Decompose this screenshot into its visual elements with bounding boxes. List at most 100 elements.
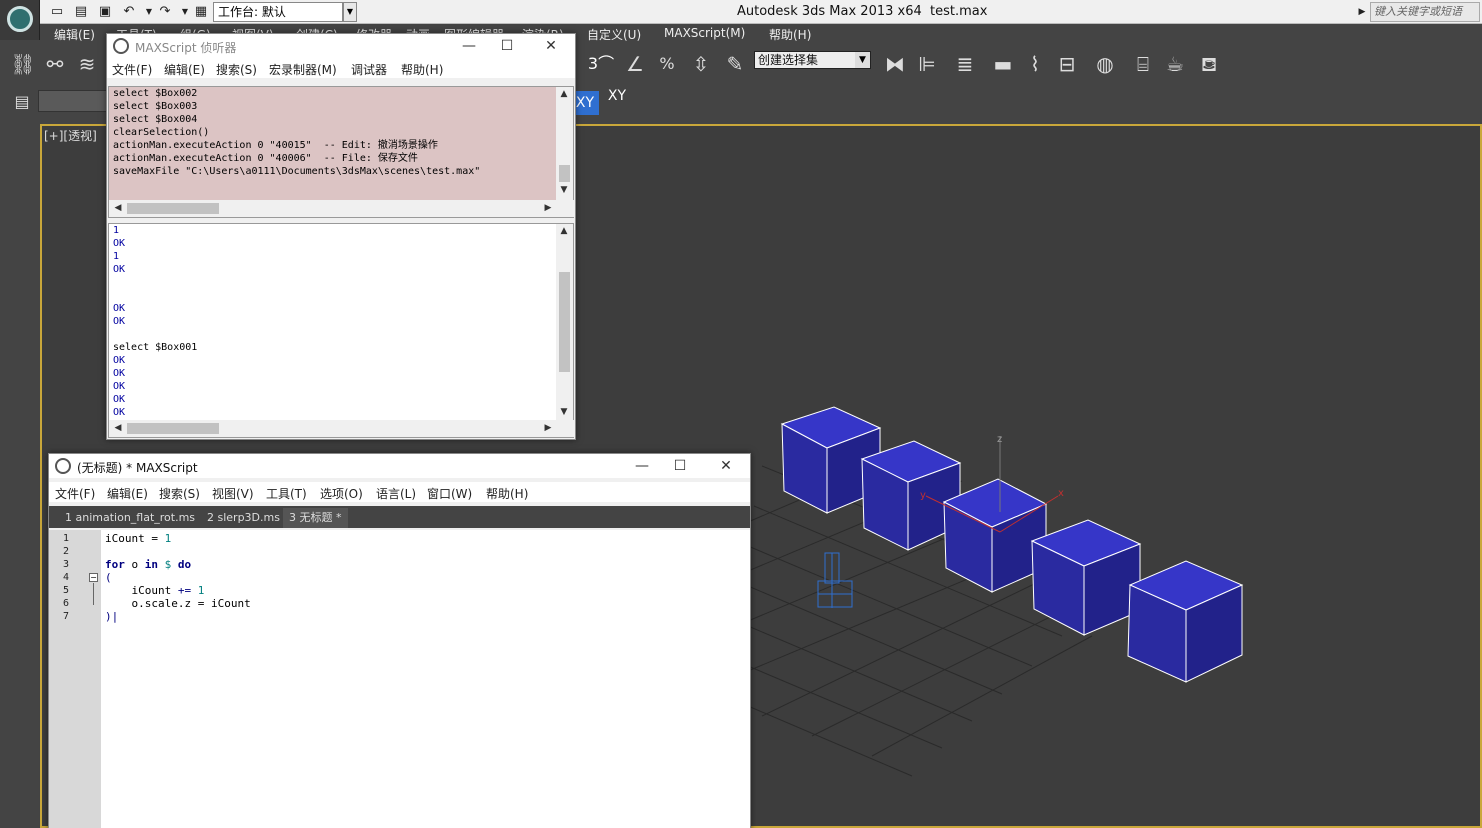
code-line-3[interactable]: for o in $ do (105, 558, 191, 571)
editor-menu-window[interactable]: 窗口(W) (427, 485, 472, 502)
tab-untitled[interactable]: 3 无标题 * (283, 508, 348, 528)
listener-menu-file[interactable]: 文件(F) (112, 61, 152, 78)
scroll-up-icon[interactable]: ▲ (557, 226, 571, 236)
close-icon[interactable]: ✕ (539, 36, 563, 56)
menu-help[interactable]: 帮助(H) (769, 26, 811, 43)
curve-editor-icon[interactable]: ⌇ (1020, 50, 1050, 78)
editor-menu-view[interactable]: 视图(V) (212, 485, 254, 502)
scrollbar-thumb[interactable] (559, 165, 570, 182)
listener-title-bar[interactable]: MAXScript 侦听器 — ☐ ✕ (107, 34, 575, 58)
scroll-down-icon[interactable]: ▼ (557, 185, 571, 195)
bind-to-space-warp-icon[interactable]: ≋ (72, 50, 102, 78)
graphite-toggle-icon[interactable]: ▬ (988, 50, 1018, 78)
menu-edit[interactable]: 编辑(E) (54, 26, 95, 43)
code-line-6[interactable]: o.scale.z = iCount (105, 597, 250, 610)
scroll-left-icon[interactable]: ◀ (111, 203, 125, 213)
named-selection-set-dropdown[interactable]: 创建选择集 (754, 51, 871, 69)
edit-named-selection-icon[interactable]: ✎ (720, 50, 750, 78)
close-icon[interactable]: ✕ (714, 456, 738, 476)
macro-line: select $Box002 (113, 88, 198, 99)
scroll-down-icon[interactable]: ▼ (557, 407, 571, 417)
minimize-icon[interactable]: — (457, 36, 481, 56)
maximize-icon[interactable]: ☐ (495, 36, 519, 56)
tab-animation-flat-rot[interactable]: 1 animation_flat_rot.ms (59, 508, 201, 528)
render-production-icon[interactable]: ⛾ (1194, 50, 1224, 78)
selection-set-arrow-icon[interactable]: ▼ (855, 52, 870, 68)
layers-icon[interactable]: ▤ (10, 90, 34, 114)
editor-menu-help[interactable]: 帮助(H) (486, 485, 528, 502)
open-file-icon[interactable]: ▤ (72, 3, 90, 21)
listener-output-pane[interactable]: 1 OK 1 OK OK OK select $Box001 OK OK OK OK OK ▲ ▼ ◀… (108, 223, 575, 438)
axis-constraint-xy-snap-button[interactable]: XY (603, 88, 631, 116)
scroll-up-icon[interactable]: ▲ (557, 89, 571, 99)
editor-menu-file[interactable]: 文件(F) (55, 485, 95, 502)
code-line-5[interactable]: iCount += 1 (105, 584, 204, 597)
help-search-input[interactable]: 键入关键字或短语 (1370, 2, 1480, 22)
scrollbar-thumb[interactable] (127, 423, 219, 434)
new-file-icon[interactable]: ▭ (48, 3, 66, 21)
listener-menu-help[interactable]: 帮助(H) (401, 61, 443, 78)
fold-toggle-icon[interactable]: − (89, 573, 98, 582)
scroll-right-icon[interactable]: ▶ (541, 203, 555, 213)
render-setup-icon[interactable]: ⌸ (1128, 50, 1158, 78)
tab-slerp3d[interactable]: 2 slerp3D.ms (201, 508, 286, 528)
code-editor[interactable]: iCount = 1 for o in $ do ( iCount += 1 o… (101, 530, 750, 828)
undo-icon[interactable]: ↶ (120, 3, 138, 21)
angle-snap-icon[interactable]: ∠ (620, 50, 650, 78)
editor-menu-options[interactable]: 选项(O) (320, 485, 363, 502)
menu-customize[interactable]: 自定义(U) (587, 26, 641, 43)
output-horizontal-scrollbar[interactable]: ◀ ▶ (109, 420, 575, 437)
editor-menu-search[interactable]: 搜索(S) (159, 485, 200, 502)
box-005[interactable] (1127, 560, 1244, 683)
listener-menu-search[interactable]: 搜索(S) (216, 61, 257, 78)
scrollbar-thumb[interactable] (559, 272, 570, 372)
output-vertical-scrollbar[interactable]: ▲ ▼ (556, 224, 573, 422)
minimize-icon[interactable]: — (630, 456, 654, 476)
scrollbar-thumb[interactable] (127, 203, 219, 214)
scroll-left-icon[interactable]: ◀ (111, 423, 125, 433)
rendered-frame-window-icon[interactable]: ☕ (1160, 50, 1190, 78)
scroll-right-icon[interactable]: ▶ (541, 423, 555, 433)
listener-menu-edit[interactable]: 编辑(E) (164, 61, 205, 78)
macro-recorder-pane[interactable]: select $Box002 select $Box003 select $Box0… (108, 86, 575, 218)
redo-icon[interactable]: ↷ (156, 3, 174, 21)
align-icon[interactable]: ⊫ (912, 50, 942, 78)
workspace-dropdown-arrow-icon[interactable]: ▼ (343, 2, 357, 22)
unlink-selection-icon[interactable]: ⚯ (40, 50, 70, 78)
listener-output-text[interactable]: 1 OK 1 OK OK OK select $Box001 OK OK OK OK OK (113, 224, 197, 419)
listener-menu-debugger[interactable]: 调试器 (351, 61, 387, 78)
code-line-1[interactable]: iCount = 1 (105, 532, 171, 545)
layer-manager-icon[interactable]: ≣ (950, 50, 980, 78)
camera-gizmo[interactable] (817, 552, 853, 608)
code-line-4[interactable]: ( (105, 571, 112, 584)
maximize-icon[interactable]: ☐ (668, 456, 692, 476)
snaps-toggle-icon[interactable]: 3⌒ (586, 50, 616, 78)
material-editor-icon[interactable]: ◍ (1090, 50, 1120, 78)
listener-menu-macro-recorder[interactable]: 宏录制器(M) (269, 61, 337, 78)
editor-title-bar[interactable]: (无标题) * MAXScript — ☐ ✕ (49, 454, 750, 478)
schematic-view-icon[interactable]: ⊟ (1052, 50, 1082, 78)
editor-menu-edit[interactable]: 编辑(E) (107, 485, 148, 502)
axis-label-x: x (1058, 488, 1064, 499)
project-folder-icon[interactable]: ▦ (192, 3, 210, 21)
macro-horizontal-scrollbar[interactable]: ◀ ▶ (109, 200, 575, 217)
axis-label-z: z (997, 434, 1002, 445)
menu-maxscript[interactable]: MAXScript(M) (664, 26, 745, 40)
spinner-snap-icon[interactable]: ⇳ (686, 50, 716, 78)
macro-recorder-text[interactable]: select $Box002 select $Box003 select $Box0… (113, 87, 480, 178)
code-line-7[interactable]: )| (105, 610, 118, 623)
editor-menu-language[interactable]: 语言(L) (376, 485, 416, 502)
select-and-link-icon[interactable]: ⛓ (8, 50, 38, 78)
help-expand-icon[interactable]: ▶ (1356, 2, 1368, 22)
save-file-icon[interactable]: ▣ (96, 3, 114, 21)
macro-vertical-scrollbar[interactable]: ▲ ▼ (556, 87, 573, 200)
layer-toolbar-strip[interactable] (38, 90, 108, 112)
viewport-label[interactable]: [+][透视] (44, 127, 97, 144)
workspace-dropdown[interactable]: 工作台: 默认 (213, 2, 343, 22)
editor-menu-tools[interactable]: 工具(T) (266, 485, 307, 502)
percent-snap-icon[interactable]: % (652, 50, 682, 78)
mirror-icon[interactable]: ⧓ (880, 50, 910, 78)
app-logo-button[interactable] (0, 0, 40, 40)
code-token: 1 (164, 532, 172, 545)
